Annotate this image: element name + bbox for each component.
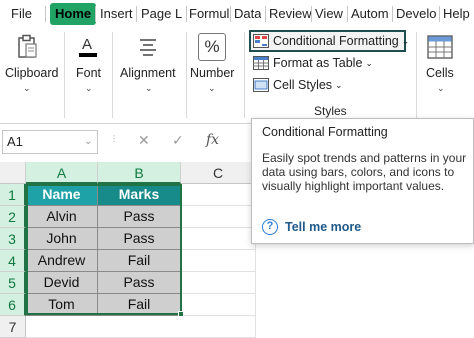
chevron-down-icon: ⌄ xyxy=(365,57,373,68)
tab-page-layout[interactable]: Page L xyxy=(141,3,185,25)
tab-divider xyxy=(95,6,96,22)
ribbon-tabs: File Home Insert Page L Formul Data Revi… xyxy=(0,0,474,28)
chevron-down-icon[interactable]: ⌄ xyxy=(145,83,153,94)
table-cell-marks[interactable]: Pass xyxy=(98,272,181,294)
table-cell-marks[interactable]: Pass xyxy=(98,228,181,250)
row-header-2[interactable]: 2 xyxy=(0,206,26,228)
ribbon-home: Clipboard ⌄ A Font ⌄ Alignment ⌄ % Numbe… xyxy=(0,28,474,124)
conditional-formatting-icon xyxy=(253,34,269,48)
table-cell-name[interactable]: John xyxy=(26,228,98,250)
fill-handle[interactable] xyxy=(178,311,184,317)
row-header-3[interactable]: 3 xyxy=(0,228,26,250)
insert-function-icon[interactable]: fx xyxy=(206,132,219,148)
tab-insert[interactable]: Insert xyxy=(100,3,133,25)
table-cell-marks[interactable]: Pass xyxy=(98,206,181,228)
percent-icon[interactable]: % xyxy=(198,33,226,61)
tab-divider xyxy=(136,6,137,22)
tab-help[interactable]: Help xyxy=(443,3,474,25)
tab-developer[interactable]: Develo xyxy=(396,3,438,25)
column-header-b[interactable]: B xyxy=(98,162,181,184)
help-icon: ? xyxy=(262,219,278,235)
alignment-button[interactable]: Alignment xyxy=(120,66,176,80)
row-header-4[interactable]: 4 xyxy=(0,250,26,272)
font-button[interactable]: Font xyxy=(76,66,101,80)
table-cell-marks[interactable]: Fail xyxy=(98,294,181,316)
chevron-down-icon: ⌄ xyxy=(335,79,343,90)
group-divider xyxy=(244,32,245,118)
alignment-icon[interactable] xyxy=(136,33,160,61)
clipboard-button[interactable]: Clipboard xyxy=(5,66,59,80)
cell-styles-icon xyxy=(253,78,269,92)
tab-divider xyxy=(347,6,348,22)
row-header-7[interactable]: 7 xyxy=(0,316,26,338)
table-cell-marks[interactable]: Fail xyxy=(98,250,181,272)
tab-divider xyxy=(265,6,266,22)
table-cell-name[interactable]: Andrew xyxy=(26,250,98,272)
row-header-6[interactable]: 6 xyxy=(0,294,26,316)
tab-divider xyxy=(392,6,393,22)
conditional-formatting-item[interactable]: Conditional Formatting ⌄ xyxy=(253,31,409,51)
number-button[interactable]: Number xyxy=(190,66,234,80)
tell-me-more-link[interactable]: ? Tell me more xyxy=(262,219,361,235)
row-header-1[interactable]: 1 xyxy=(0,184,26,206)
tab-home[interactable]: Home xyxy=(50,3,97,25)
svg-text:A: A xyxy=(82,36,92,53)
cell-styles-label: Cell Styles xyxy=(273,78,333,92)
tab-file[interactable]: File xyxy=(11,3,32,25)
tab-formulas[interactable]: Formul xyxy=(189,3,229,25)
table-cell-name[interactable]: Tom xyxy=(26,294,98,316)
tab-divider xyxy=(311,6,312,22)
chevron-down-icon[interactable]: ⌄ xyxy=(208,83,216,94)
header-cell-marks[interactable]: Marks xyxy=(98,184,181,206)
group-divider xyxy=(416,32,417,118)
tell-me-more-label: Tell me more xyxy=(285,220,362,234)
column-header-a[interactable]: A xyxy=(26,162,98,184)
tab-review[interactable]: Review xyxy=(269,3,312,25)
font-color-icon[interactable]: A xyxy=(76,33,100,61)
conditional-formatting-label: Conditional Formatting xyxy=(273,34,399,48)
clipboard-icon[interactable] xyxy=(16,33,40,61)
tab-divider xyxy=(439,6,440,22)
format-as-table-label: Format as Table xyxy=(273,56,363,70)
row-header-5[interactable]: 5 xyxy=(0,272,26,294)
tab-divider xyxy=(230,6,231,22)
conditional-formatting-tooltip: Conditional Formatting Easily spot trend… xyxy=(251,118,474,244)
column-header-c[interactable]: C xyxy=(181,162,256,184)
cells-icon[interactable] xyxy=(426,33,454,61)
format-as-table-button[interactable]: Format as Table ⌄ xyxy=(253,53,373,73)
name-box-chevron-icon[interactable]: ⌄ xyxy=(84,136,92,147)
tab-automate[interactable]: Autom xyxy=(351,3,391,25)
tab-divider xyxy=(186,6,187,22)
group-divider xyxy=(186,32,187,118)
tab-view[interactable]: View xyxy=(315,3,343,25)
cell-styles-button[interactable]: Cell Styles ⌄ xyxy=(253,75,343,95)
enter-icon[interactable]: ✓ xyxy=(172,132,184,149)
chevron-down-icon[interactable]: ⌄ xyxy=(85,83,93,94)
chevron-down-icon: ⌄ xyxy=(401,35,410,46)
group-divider xyxy=(112,32,113,118)
styles-group-label: Styles xyxy=(314,104,347,118)
group-divider xyxy=(64,32,65,118)
table-cell-name[interactable]: Alvin xyxy=(26,206,98,228)
cells-button[interactable]: Cells xyxy=(426,66,454,80)
tooltip-title: Conditional Formatting xyxy=(262,125,388,139)
cancel-icon[interactable]: ✕ xyxy=(138,132,150,149)
tab-divider xyxy=(45,6,46,22)
select-all-corner[interactable] xyxy=(0,162,26,184)
header-cell-name[interactable]: Name xyxy=(26,184,98,206)
more-dots-icon: ⋮ xyxy=(110,134,118,143)
format-table-icon xyxy=(253,56,269,70)
tab-data[interactable]: Data xyxy=(234,3,261,25)
tooltip-description: Easily spot trends and patterns in your … xyxy=(262,151,467,193)
table-cell-name[interactable]: Devid xyxy=(26,272,98,294)
chevron-down-icon[interactable]: ⌄ xyxy=(437,83,445,94)
chevron-down-icon[interactable]: ⌄ xyxy=(23,83,31,94)
